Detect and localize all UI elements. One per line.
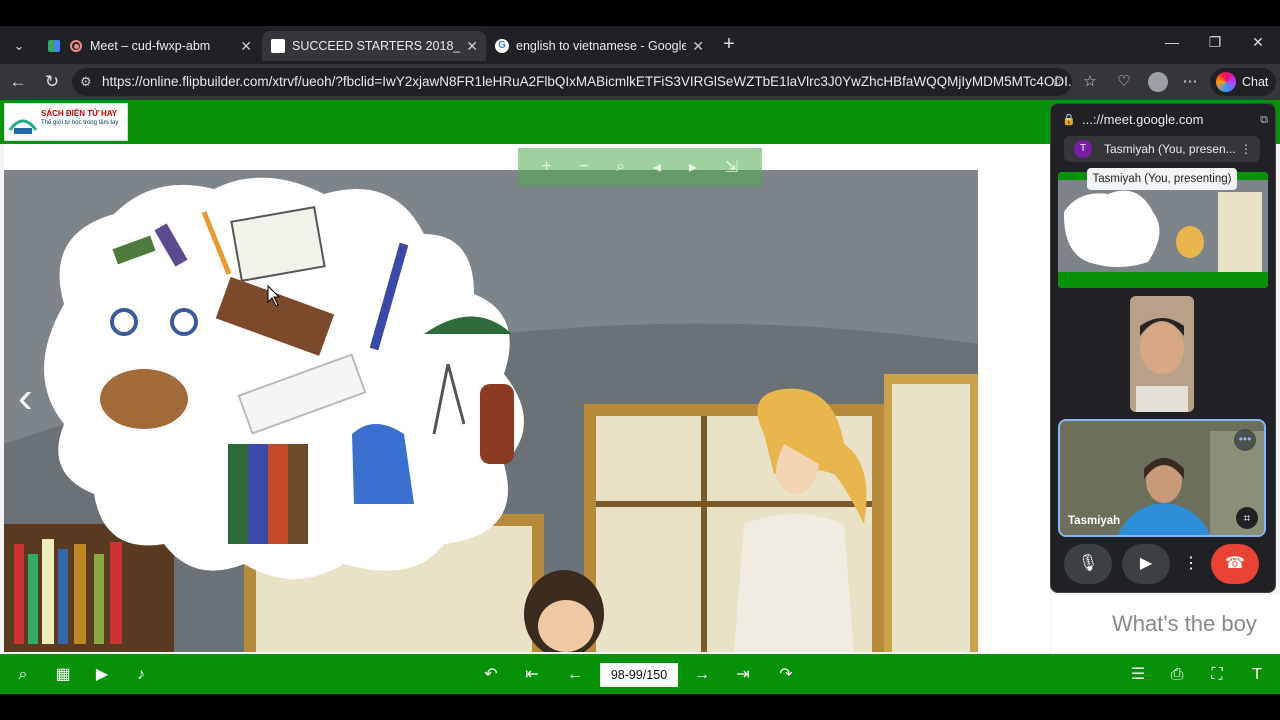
first-page-icon[interactable]: ⇤	[521, 664, 543, 686]
lock-icon: 🔒	[1062, 114, 1076, 126]
close-tab-icon[interactable]: ✕	[466, 38, 478, 55]
tab-meet[interactable]: Meet – cud-fwxp-abm ✕	[38, 31, 260, 61]
zoom-out-icon[interactable]: −	[579, 158, 588, 176]
zoom-magnifier-icon[interactable]: ⌕	[12, 664, 34, 686]
bookmark-star-icon[interactable]: ☆	[1051, 68, 1064, 96]
close-tab-icon[interactable]: ✕	[692, 38, 704, 55]
profile-avatar-icon[interactable]	[1146, 70, 1170, 94]
back-arrow-icon[interactable]: ←	[6, 70, 30, 94]
book-logo-icon	[8, 119, 38, 134]
favorites-icon[interactable]: ☆	[1078, 70, 1102, 94]
restore-icon[interactable]: ❐	[1205, 34, 1225, 51]
presenter-row[interactable]: T Tasmiyah (You, presen... ⋮	[1064, 136, 1260, 162]
tab-search-chevron-icon[interactable]: ⌄	[6, 33, 32, 59]
zoom-in-icon[interactable]: +	[542, 158, 551, 176]
book-page-illustration[interactable]	[4, 144, 1050, 652]
more-options-button[interactable]: ⋮	[1179, 544, 1203, 584]
tab-title: english to vietnamese - Google Se	[516, 39, 687, 53]
fit-page-icon[interactable]: ⇲	[725, 157, 738, 177]
sound-icon[interactable]: ♪	[130, 664, 152, 686]
screen-bottom-border	[0, 694, 1280, 720]
pip-origin-bar: 🔒 ...://meet.google.com ⧉	[1062, 110, 1268, 130]
camera-icon: ▶	[1139, 555, 1153, 572]
document-icon	[270, 38, 286, 54]
last-page-icon[interactable]: ⇥	[732, 664, 754, 686]
screen-top-border	[0, 0, 1280, 26]
presenter-tooltip: Tasmiyah (You, presenting)	[1087, 168, 1237, 190]
text-icon[interactable]: T	[1246, 664, 1268, 686]
close-tab-icon[interactable]: ✕	[240, 38, 252, 55]
brand-logo[interactable]: SÁCH ĐIỆN TỬ HAY Thế giới tự học trong t…	[4, 103, 128, 141]
page-number-input[interactable]: 98-99/150	[600, 663, 678, 687]
minimize-icon[interactable]: —	[1162, 34, 1182, 50]
classroom-illustration	[4, 170, 978, 652]
tab-title: Meet – cud-fwxp-abm	[90, 39, 211, 53]
close-window-icon[interactable]: ✕	[1248, 34, 1268, 51]
undo-icon[interactable]: ↶	[480, 664, 502, 686]
microphone-button[interactable]: 🎙	[1064, 544, 1112, 584]
new-tab-icon[interactable]: +	[718, 34, 740, 56]
print-icon[interactable]: ⎙	[1166, 664, 1188, 686]
student-video	[1130, 296, 1194, 412]
more-vert-icon: ⋮	[1183, 555, 1199, 572]
thumbnails-icon[interactable]: ▦	[52, 664, 74, 686]
microphone-icon: 🎙	[1077, 555, 1099, 572]
zoom-toolbar: + − ⌕ ◂ ▸ ⇲	[518, 148, 762, 186]
copilot-chat-button[interactable]: Chat	[1210, 68, 1276, 96]
participant-tile-student[interactable]	[1130, 296, 1194, 412]
tab-title: SUCCEED STARTERS 2018_Neat 1	[292, 39, 461, 53]
recording-icon	[68, 38, 84, 54]
crop-frame-icon[interactable]: ⌗	[1236, 507, 1258, 529]
table-of-contents-icon[interactable]: ☰	[1127, 664, 1149, 686]
presenter-avatar: T	[1074, 140, 1092, 158]
peek-text: What's the boy	[1112, 611, 1257, 636]
brand-name: SÁCH ĐIỆN TỬ HAY	[41, 109, 118, 118]
fullscreen-icon[interactable]: ⛶	[1206, 664, 1228, 686]
brand-tagline: Thế giới tự học trong tầm tay	[41, 120, 119, 126]
presenter-label: Tasmiyah (You, presen...	[1104, 142, 1236, 156]
pan-left-icon[interactable]: ◂	[653, 157, 661, 177]
redo-icon[interactable]: ↷	[775, 664, 797, 686]
copilot-icon	[1216, 72, 1236, 92]
next-page-icon[interactable]: →	[691, 664, 713, 686]
autoplay-icon[interactable]: ▶	[91, 664, 113, 686]
participant-tile-self[interactable]: ••• Tasmiyah ⌗	[1058, 419, 1266, 537]
magnifier-icon[interactable]: ⌕	[616, 158, 625, 176]
camera-button[interactable]: ▶	[1122, 544, 1170, 584]
url-text: https://online.flipbuilder.com/xtrvf/ueo…	[102, 74, 1072, 89]
tab-succeed-starters[interactable]: SUCCEED STARTERS 2018_Neat 1 ✕	[262, 31, 486, 61]
hang-up-icon: ☎	[1225, 555, 1245, 572]
meet-icon	[46, 38, 62, 54]
extensions-icon[interactable]: ♡	[1112, 70, 1136, 94]
tile-more-icon[interactable]: •••	[1234, 429, 1256, 451]
site-settings-icon[interactable]: ⚙	[80, 68, 92, 96]
previous-page-arrow-icon[interactable]: ‹	[18, 376, 48, 422]
end-call-button[interactable]: ☎	[1211, 544, 1259, 584]
more-options-icon[interactable]: ⋯	[1178, 70, 1202, 94]
tab-google-translate[interactable]: G english to vietnamese - Google Se ✕	[486, 31, 712, 61]
back-to-tab-icon[interactable]: ⧉	[1260, 110, 1268, 130]
self-name: Tasmiyah	[1068, 515, 1121, 527]
next-page-peek: What's the boy	[1052, 595, 1280, 653]
pip-origin: ...://meet.google.com	[1082, 112, 1204, 127]
previous-page-icon[interactable]: ←	[564, 664, 586, 686]
google-icon: G	[494, 38, 510, 54]
chat-label: Chat	[1242, 75, 1269, 89]
reload-icon[interactable]: ↻	[40, 70, 64, 94]
more-vert-icon[interactable]: ⋮	[1240, 136, 1252, 162]
address-bar[interactable]: ⚙ https://online.flipbuilder.com/xtrvf/u…	[72, 68, 1072, 96]
pan-right-icon[interactable]: ▸	[689, 157, 697, 177]
